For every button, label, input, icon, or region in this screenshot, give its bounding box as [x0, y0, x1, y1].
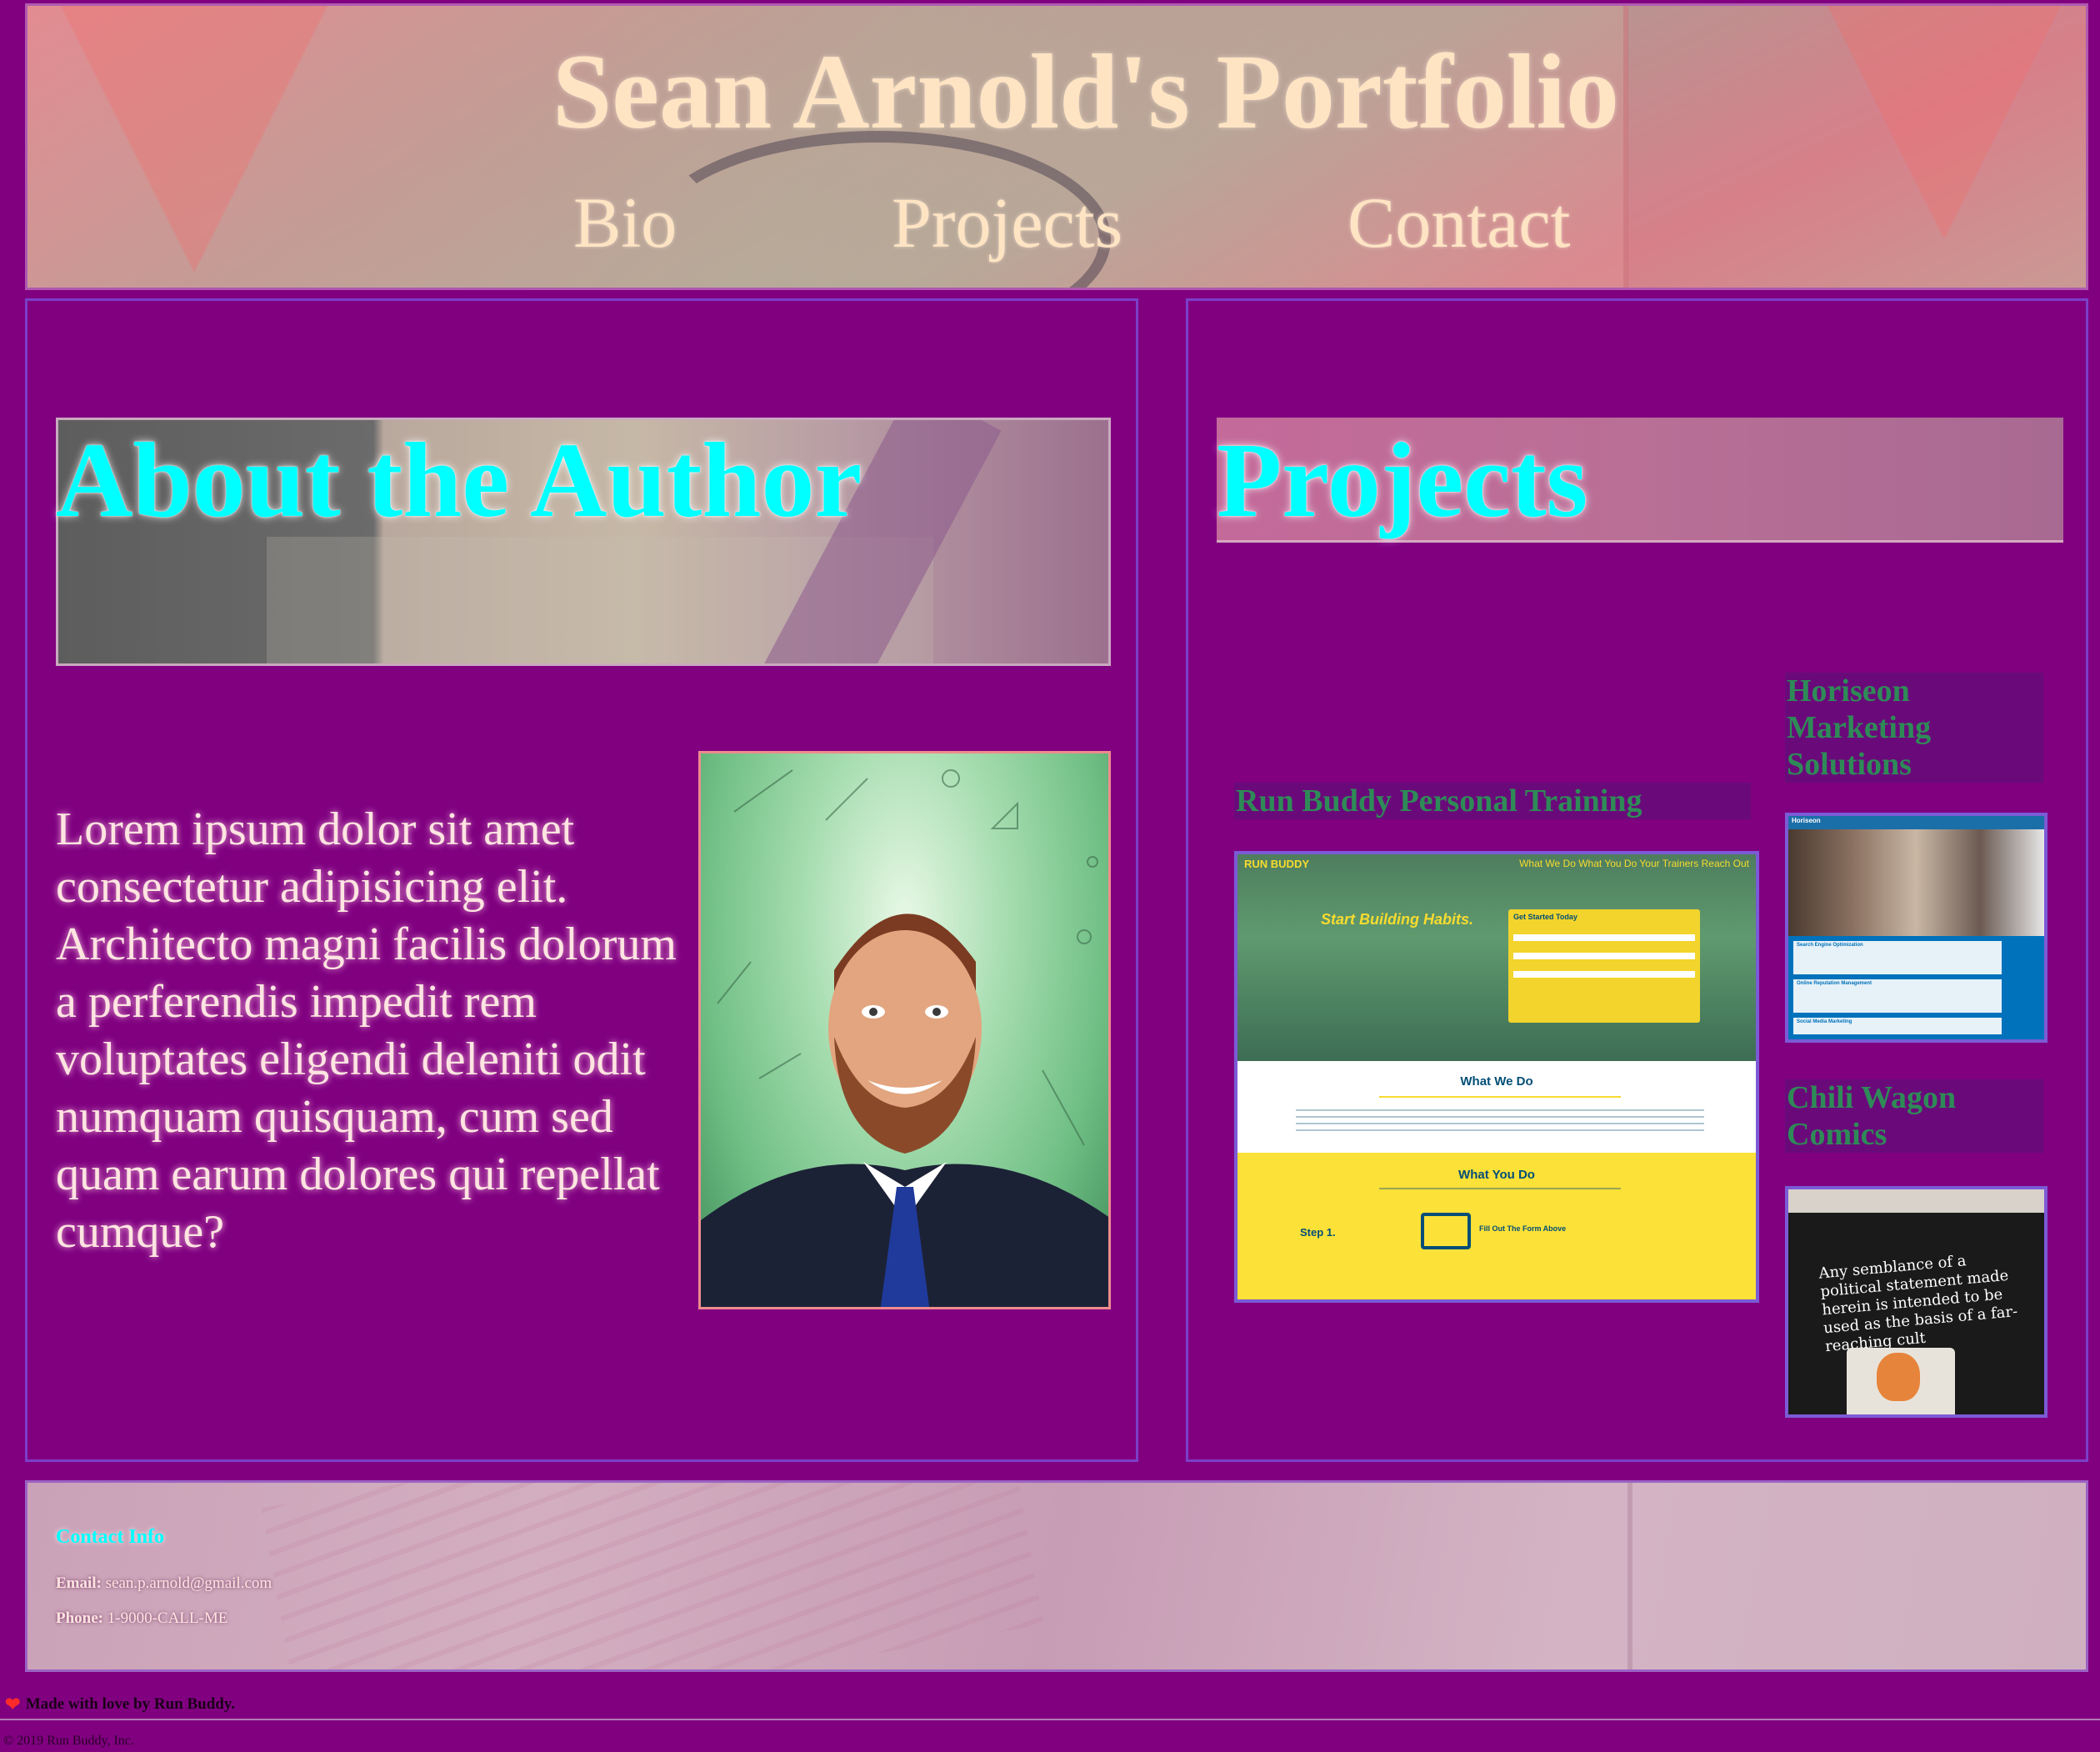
project-image-chili-wagon[interactable]: Any semblance of a political statement m… — [1785, 1186, 2048, 1418]
project-image-horiseon[interactable]: Horiseon Search Engine Optimization Onli… — [1785, 813, 2048, 1043]
bio-text: Lorem ipsum dolor sit amet consectetur a… — [56, 803, 677, 1258]
project-label-horiseon[interactable]: Horiseon Marketing Solutions — [1785, 673, 2043, 783]
about-heading: About the Author — [56, 421, 862, 539]
projects-section: Projects Run Buddy Personal Training RUN… — [1186, 298, 2088, 1462]
site-header: Sean Arnold's Portfolio Bio Projects Con… — [25, 3, 2088, 290]
footer-divider — [0, 1719, 2100, 1720]
nav-contact-link[interactable]: Contact — [1348, 173, 1571, 273]
projects-heading: Projects — [1217, 421, 1588, 539]
email-link[interactable]: sean.p.arnold@gmail.com — [106, 1574, 272, 1592]
project-label-run-buddy[interactable]: Run Buddy Personal Training — [1234, 783, 1751, 819]
contact-footer: Contact Info Email: sean.p.arnold@gmail.… — [25, 1480, 2088, 1672]
phone-number: 1-9000-CALL-ME — [107, 1609, 228, 1627]
about-section: About the Author Lorem ipsum dolor sit a… — [25, 298, 1138, 1462]
main-nav: Bio Projects Contact — [28, 173, 2086, 273]
comic-character — [1847, 1348, 1955, 1414]
portrait-illustration — [701, 769, 1108, 1307]
contact-phone-line: Phone: 1-9000-CALL-ME — [56, 1609, 228, 1627]
contact-email-line: Email: sean.p.arnold@gmail.com — [56, 1574, 272, 1592]
nav-bio-link[interactable]: Bio — [573, 173, 677, 273]
made-with-love: ❤ Made with love by Run Buddy. — [5, 1694, 236, 1714]
contact-heading: Contact Info — [56, 1526, 164, 1548]
site-title: Sean Arnold's Portfolio — [552, 33, 1620, 151]
add-user-icon — [1421, 1213, 1471, 1249]
heart-icon: ❤ — [5, 1694, 21, 1714]
team-photo — [1788, 829, 2044, 936]
nav-projects-link[interactable]: Projects — [892, 173, 1122, 273]
project-image-run-buddy[interactable]: RUN BUDDY What We Do What You Do Your Tr… — [1234, 851, 1759, 1303]
project-label-chili-wagon[interactable]: Chili Wagon Comics — [1785, 1079, 2043, 1153]
author-portrait — [698, 751, 1111, 1309]
copyright: © 2019 Run Buddy, Inc. — [3, 1734, 134, 1748]
